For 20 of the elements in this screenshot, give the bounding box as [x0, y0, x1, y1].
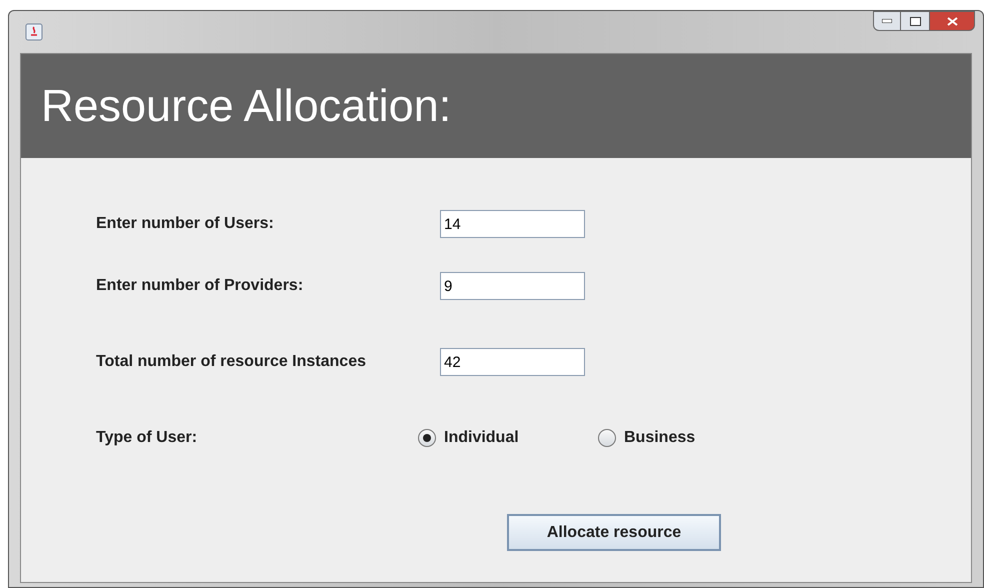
field-label: Total number of resource Instances — [96, 352, 367, 372]
input-field[interactable]: 42 — [440, 348, 585, 376]
minimize-icon — [882, 19, 892, 23]
maximize-icon — [910, 16, 920, 26]
field-label: Enter number of Users: — [96, 214, 275, 234]
minimize-button[interactable] — [873, 11, 901, 31]
app-icon — [25, 23, 43, 41]
input-field[interactable]: 14 — [440, 210, 585, 238]
close-icon — [946, 16, 958, 26]
maximize-button[interactable] — [901, 11, 929, 31]
field-label: Type of User: — [96, 428, 198, 448]
radio-option[interactable]: Business — [598, 426, 778, 450]
header-title: Resource Allocation: — [41, 79, 452, 134]
radio-button[interactable] — [598, 429, 616, 447]
allocate-resource-button[interactable]: Allocate resource — [507, 514, 721, 551]
close-button[interactable] — [929, 11, 975, 31]
field-label: Enter number of Providers: — [96, 276, 304, 296]
radio-option[interactable]: Individual — [418, 426, 598, 450]
input-field[interactable]: 9 — [440, 272, 585, 300]
radio-button[interactable] — [418, 429, 436, 447]
